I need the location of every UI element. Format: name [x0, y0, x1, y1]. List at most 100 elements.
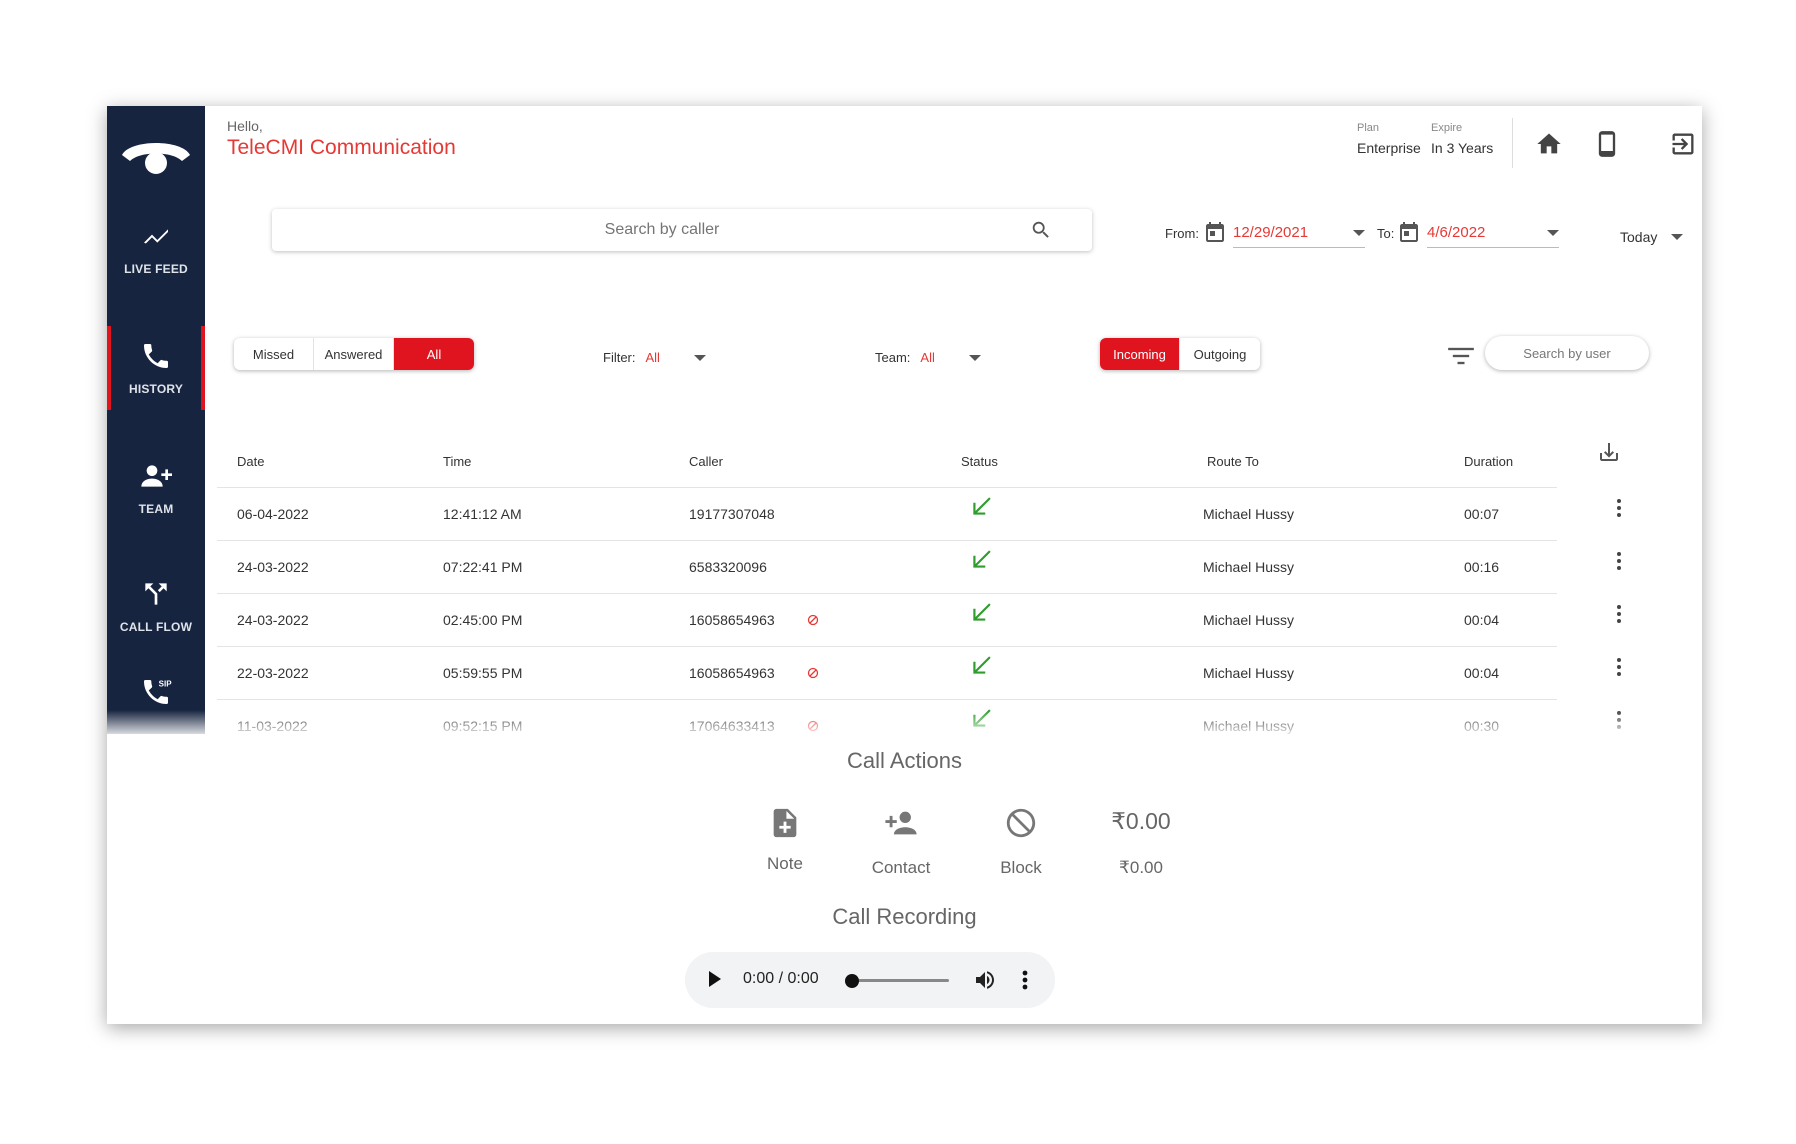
cell-caller: 19177307048	[689, 506, 775, 522]
sidebar-item-live-feed[interactable]: LIVE FEED	[107, 206, 205, 290]
row-more-icon[interactable]	[1609, 594, 1629, 623]
add-contact-button[interactable]: Contact	[851, 802, 951, 878]
cell-time: 02:45:00 PM	[443, 612, 523, 628]
range-value: Today	[1620, 229, 1658, 245]
table-header: Date Time Caller Status Route To Duratio…	[217, 436, 1557, 488]
user-search-input[interactable]	[1485, 336, 1649, 370]
sidebar-item-label: CALL FLOW	[119, 620, 193, 634]
toggle-missed[interactable]: Missed	[234, 338, 314, 370]
cell-time: 05:59:55 PM	[443, 665, 523, 681]
cell-duration: 00:07	[1464, 506, 1500, 522]
blocked-icon	[807, 667, 819, 679]
team-value: All	[920, 350, 935, 365]
sidebar-item-label: LIVE FEED	[124, 262, 188, 276]
sidebar-item-history[interactable]: HISTORY	[107, 326, 205, 410]
app-window: LIVE FEED HISTORY TEAM CALL FLOW SIP Hel…	[107, 106, 1702, 1024]
more-options-icon[interactable]	[1019, 968, 1031, 992]
toggle-incoming[interactable]: Incoming	[1100, 338, 1180, 370]
logout-button[interactable]	[1667, 128, 1699, 160]
call-cost: ₹0.00 ₹0.00	[1091, 802, 1191, 878]
caller-search	[272, 209, 1092, 251]
from-date-field[interactable]: 12/29/2021	[1233, 218, 1365, 248]
to-date-field[interactable]: 4/6/2022	[1427, 218, 1559, 248]
greeting: Hello,	[227, 118, 263, 134]
table-row[interactable]: 24-03-2022 02:45:00 PM 16058654963 Michael …	[217, 594, 1621, 647]
caller-search-input[interactable]	[272, 209, 1092, 251]
from-label: From:	[1165, 226, 1199, 241]
team-dropdown[interactable]: Team: All	[875, 350, 981, 365]
range-dropdown[interactable]: Today	[1620, 229, 1684, 245]
chevron-down-icon	[693, 354, 706, 361]
incoming-call-icon	[969, 647, 995, 674]
phone-receiver-logo-icon	[122, 143, 190, 174]
cell-time: 12:41:12 AM	[443, 506, 522, 522]
block-icon	[1006, 808, 1036, 838]
panel-fade	[107, 710, 1702, 736]
table-row[interactable]: 06-04-2022 12:41:12 AM 19177307048 Michael …	[217, 488, 1621, 541]
column-route-to[interactable]: Route To	[1207, 436, 1259, 488]
column-time[interactable]: Time	[443, 436, 471, 488]
search-icon[interactable]	[1030, 219, 1052, 241]
cell-route-to: Michael Hussy	[1203, 665, 1295, 681]
table-row[interactable]: 24-03-2022 07:22:41 PM 6583320096 Michael H…	[217, 541, 1621, 594]
filter-label: Filter:	[603, 350, 636, 365]
cell-date: 24-03-2022	[237, 559, 309, 575]
call-cost-value: ₹0.00	[1111, 807, 1171, 834]
team-label: Team:	[875, 350, 911, 365]
trending-line-icon	[144, 229, 168, 244]
block-button[interactable]: Block	[971, 802, 1071, 878]
cell-duration: 00:04	[1464, 665, 1500, 681]
sidebar: LIVE FEED HISTORY TEAM CALL FLOW SIP	[107, 106, 205, 734]
seek-bar[interactable]	[853, 979, 949, 982]
column-status[interactable]: Status	[961, 436, 998, 488]
row-more-icon[interactable]	[1609, 488, 1629, 517]
home-icon	[1537, 133, 1561, 154]
toggle-answered[interactable]: Answered	[314, 338, 394, 370]
header-divider	[1512, 118, 1513, 168]
note-button[interactable]: Note	[735, 802, 835, 874]
filter-lines-button[interactable]	[1447, 344, 1475, 368]
seek-handle[interactable]	[845, 974, 859, 988]
call-actions-title: Call Actions	[847, 748, 962, 773]
row-more-icon[interactable]	[1609, 541, 1629, 570]
filter-dropdown[interactable]: Filter: All	[603, 350, 706, 365]
toggle-outgoing[interactable]: Outgoing	[1180, 338, 1260, 370]
chevron-down-icon	[968, 354, 981, 361]
filter-value: All	[645, 350, 660, 365]
mobile-button[interactable]	[1591, 128, 1623, 160]
column-date[interactable]: Date	[237, 436, 264, 488]
sidebar-item-call-flow[interactable]: CALL FLOW	[107, 564, 205, 648]
column-caller[interactable]: Caller	[689, 436, 723, 488]
call-detail-panel: Call Actions Note Contact Block ₹0.00 ₹0…	[107, 734, 1702, 1024]
calendar-icon[interactable]	[1397, 220, 1421, 244]
volume-icon[interactable]	[973, 968, 997, 992]
cell-date: 24-03-2022	[237, 612, 309, 628]
sidebar-item-team[interactable]: TEAM	[107, 446, 205, 530]
mobile-phone-icon	[1598, 131, 1616, 157]
cell-duration: 00:16	[1464, 559, 1500, 575]
contact-label: Contact	[871, 858, 931, 877]
call-recording-title: Call Recording	[832, 904, 977, 929]
blocked-icon	[807, 614, 819, 626]
svg-text:SIP: SIP	[159, 680, 172, 689]
column-duration[interactable]: Duration	[1464, 436, 1513, 488]
play-icon[interactable]	[709, 971, 721, 987]
plan-value: Enterprise	[1357, 140, 1421, 156]
telecmi-logo[interactable]	[107, 106, 205, 206]
note-add-icon	[773, 808, 797, 838]
calendar-icon[interactable]	[1203, 220, 1227, 244]
home-button[interactable]	[1533, 128, 1565, 160]
expire-value: In 3 Years	[1431, 140, 1494, 156]
person-add-icon	[885, 811, 917, 835]
cell-date: 22-03-2022	[237, 665, 309, 681]
incoming-call-icon	[969, 488, 995, 515]
user-search	[1485, 336, 1649, 370]
cell-route-to: Michael Hussy	[1203, 506, 1295, 522]
call-cost-label: ₹0.00	[1119, 858, 1163, 877]
logout-icon	[1672, 133, 1694, 155]
row-more-icon[interactable]	[1609, 647, 1629, 676]
table-row[interactable]: 22-03-2022 05:59:55 PM 16058654963 Michael …	[217, 647, 1621, 700]
download-button[interactable]	[1597, 440, 1621, 464]
block-label: Block	[1000, 858, 1042, 877]
toggle-all[interactable]: All	[394, 338, 474, 370]
